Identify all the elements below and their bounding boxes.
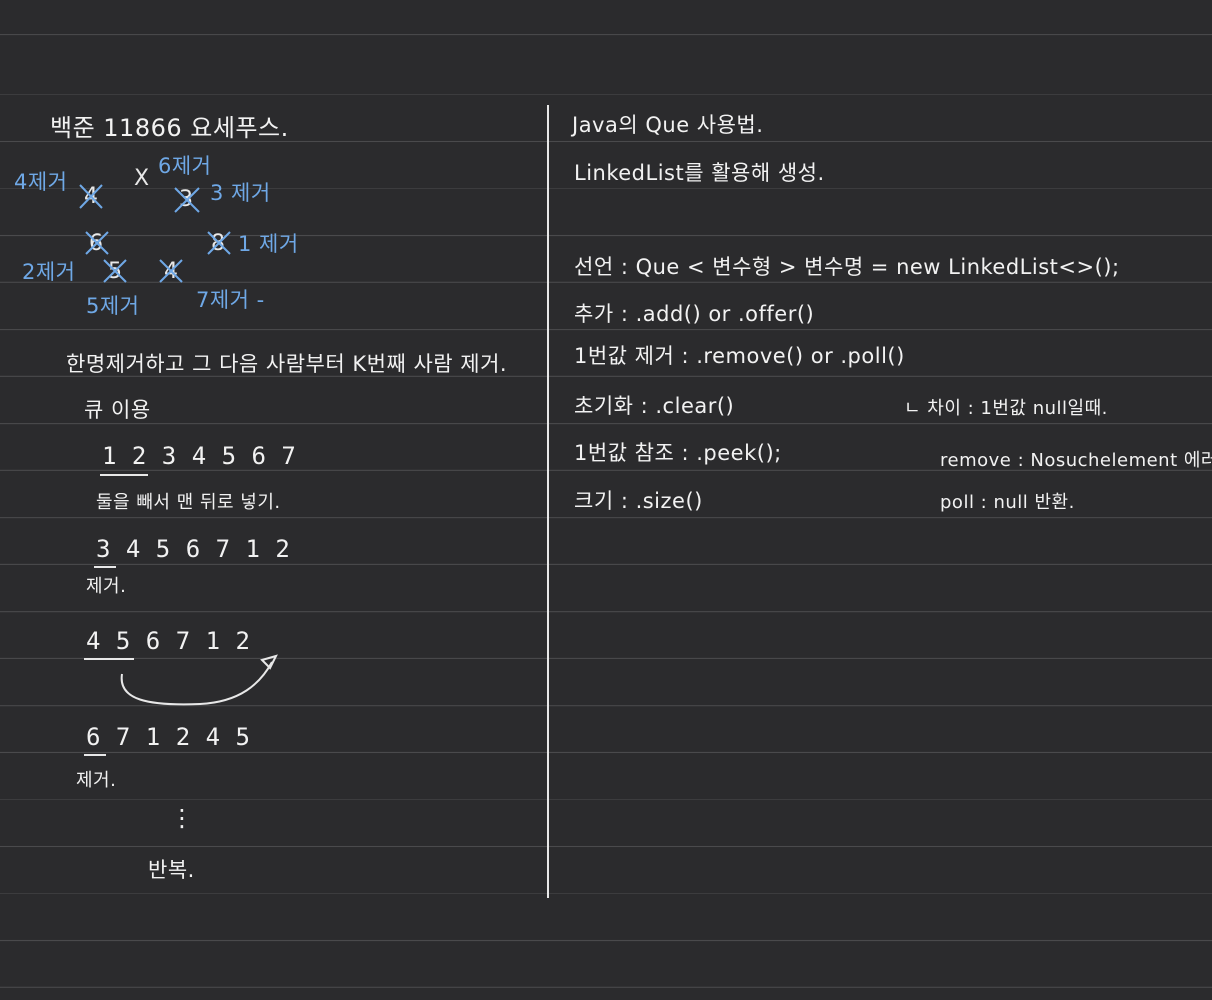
add-method: 추가 : .add() or .offer() (574, 302, 815, 326)
peek-method: 1번값 참조 : .peek(); (574, 441, 782, 465)
size-method: 크기 : .size() (574, 489, 703, 513)
sequence-after-move-2: 6 7 1 2 4 5 (86, 723, 251, 751)
continuation-dots: ⋮ (170, 804, 195, 832)
difference-remove: remove : Nosuchelement 에러 (940, 450, 1212, 471)
remove-first-method: 1번값 제거 : .remove() or .poll() (574, 344, 905, 368)
underline-removed-6 (84, 754, 106, 756)
move-to-back-arrow (120, 654, 278, 706)
difference-poll: poll : null 반환. (940, 492, 1075, 513)
linkedlist-note: LinkedList를 활용해 생성. (574, 161, 825, 185)
remove-note-2: 제거. (76, 770, 117, 791)
java-queue-heading: Java의 Que 사용법. (572, 113, 764, 137)
clear-method: 초기화 : .clear() (574, 394, 735, 418)
declare-syntax: 선언 : Que < 변수형 > 변수명 = new LinkedList<>(… (574, 255, 1120, 279)
difference-title: ㄴ 차이 : 1번값 null일때. (904, 398, 1108, 419)
repeat-text: 반복. (148, 858, 195, 882)
